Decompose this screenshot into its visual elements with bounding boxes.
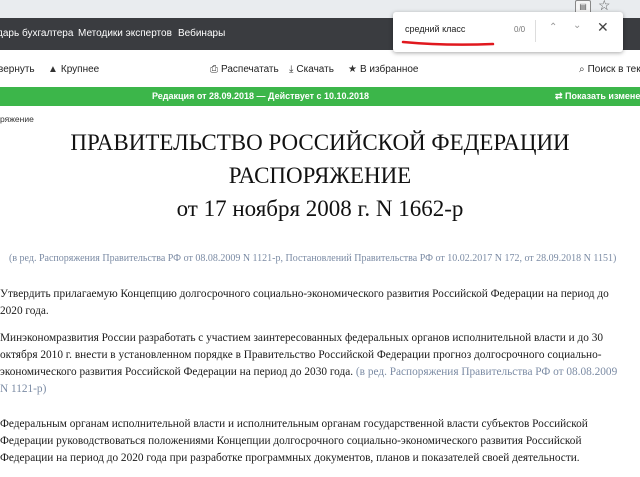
nav-link-webinars[interactable]: Вебинары (178, 18, 225, 50)
find-input[interactable] (405, 24, 505, 34)
paragraph-line: Федерации на период до 2020 года при раз… (0, 452, 580, 464)
doc-title-date: от 17 ноября 2008 г. N 1662-р (176, 196, 464, 221)
document-toolbar: вернуть ▲ Крупнее ⎙ Распечатать ⤓ Скачать ★… (0, 55, 640, 85)
paragraph-line: Федерации руководствоваться положениями … (0, 435, 582, 447)
search-in-text-button[interactable]: ⌕ Поиск в тек (579, 64, 640, 75)
handwritten-underline (401, 40, 495, 46)
show-changes-button[interactable]: ⇄ Показать измене (555, 87, 640, 106)
star-icon: ★ (348, 64, 357, 75)
paragraph-3: Федеральным органам исполнительной власт… (0, 416, 640, 467)
breadcrumb[interactable]: ряжение (0, 114, 34, 124)
edition-link[interactable]: N 1121-р) (0, 381, 640, 398)
paragraph-2: Минэкономразвития России разработать с у… (0, 330, 640, 398)
zoom-in-button[interactable]: ▲ Крупнее (48, 64, 99, 75)
paragraph-line: экономического развития Российской Федер… (0, 364, 640, 381)
nav-link-methods[interactable]: Методики экспертов (78, 18, 172, 50)
edition-note[interactable]: (в ред. Распоряжения Правительства РФ от… (9, 253, 640, 264)
edition-link[interactable]: (в ред. Распоряжения Правительства РФ от… (353, 366, 617, 378)
find-next-icon[interactable]: ⌄ (573, 20, 581, 31)
paragraph-1: Утвердить прилагаемую Концепцию долгосро… (0, 286, 640, 320)
find-previous-icon[interactable]: ⌃ (549, 22, 557, 33)
find-close-icon[interactable]: ✕ (597, 19, 609, 36)
paragraph-text: экономического развития Российской Федер… (0, 366, 354, 378)
search-icon: ⌕ (579, 64, 585, 75)
edition-bar: Редакция от 28.09.2018 — Действует с 10.… (0, 87, 640, 106)
zoom-icon: ▲ (48, 64, 58, 75)
download-icon: ⤓ (289, 64, 294, 75)
find-divider (535, 20, 536, 42)
paragraph-line: октября 2010 г. внести в установленном п… (0, 349, 602, 361)
doc-title-government: ПРАВИТЕЛЬСТВО РОССИЙСКОЙ ФЕДЕРАЦИИ (70, 130, 570, 155)
paragraph-line: Минэкономразвития России разработать с у… (0, 332, 604, 344)
edition-info: Редакция от 28.09.2018 — Действует с 10.… (152, 91, 370, 101)
paragraph-line: Федеральным органам исполнительной власт… (0, 418, 588, 430)
printer-icon: ⎙ (210, 64, 218, 75)
download-button[interactable]: ⤓ Скачать (289, 64, 334, 75)
collapse-button[interactable]: вернуть (0, 64, 35, 75)
find-in-page-bar: 0/0 ⌃ ⌄ ✕ (393, 12, 623, 52)
swap-icon: ⇄ (555, 91, 566, 101)
paragraph-line: 2020 года. (0, 305, 49, 317)
paragraph-line: Утвердить прилагаемую Концепцию долгосро… (0, 288, 609, 300)
find-match-count: 0/0 (514, 25, 526, 34)
favorites-button[interactable]: ★ В избранное (348, 64, 419, 75)
nav-link-calendar[interactable]: дарь бухгалтера (0, 18, 73, 50)
print-button[interactable]: ⎙ Распечатать (210, 64, 279, 75)
doc-title-type: РАСПОРЯЖЕНИЕ (228, 163, 412, 188)
